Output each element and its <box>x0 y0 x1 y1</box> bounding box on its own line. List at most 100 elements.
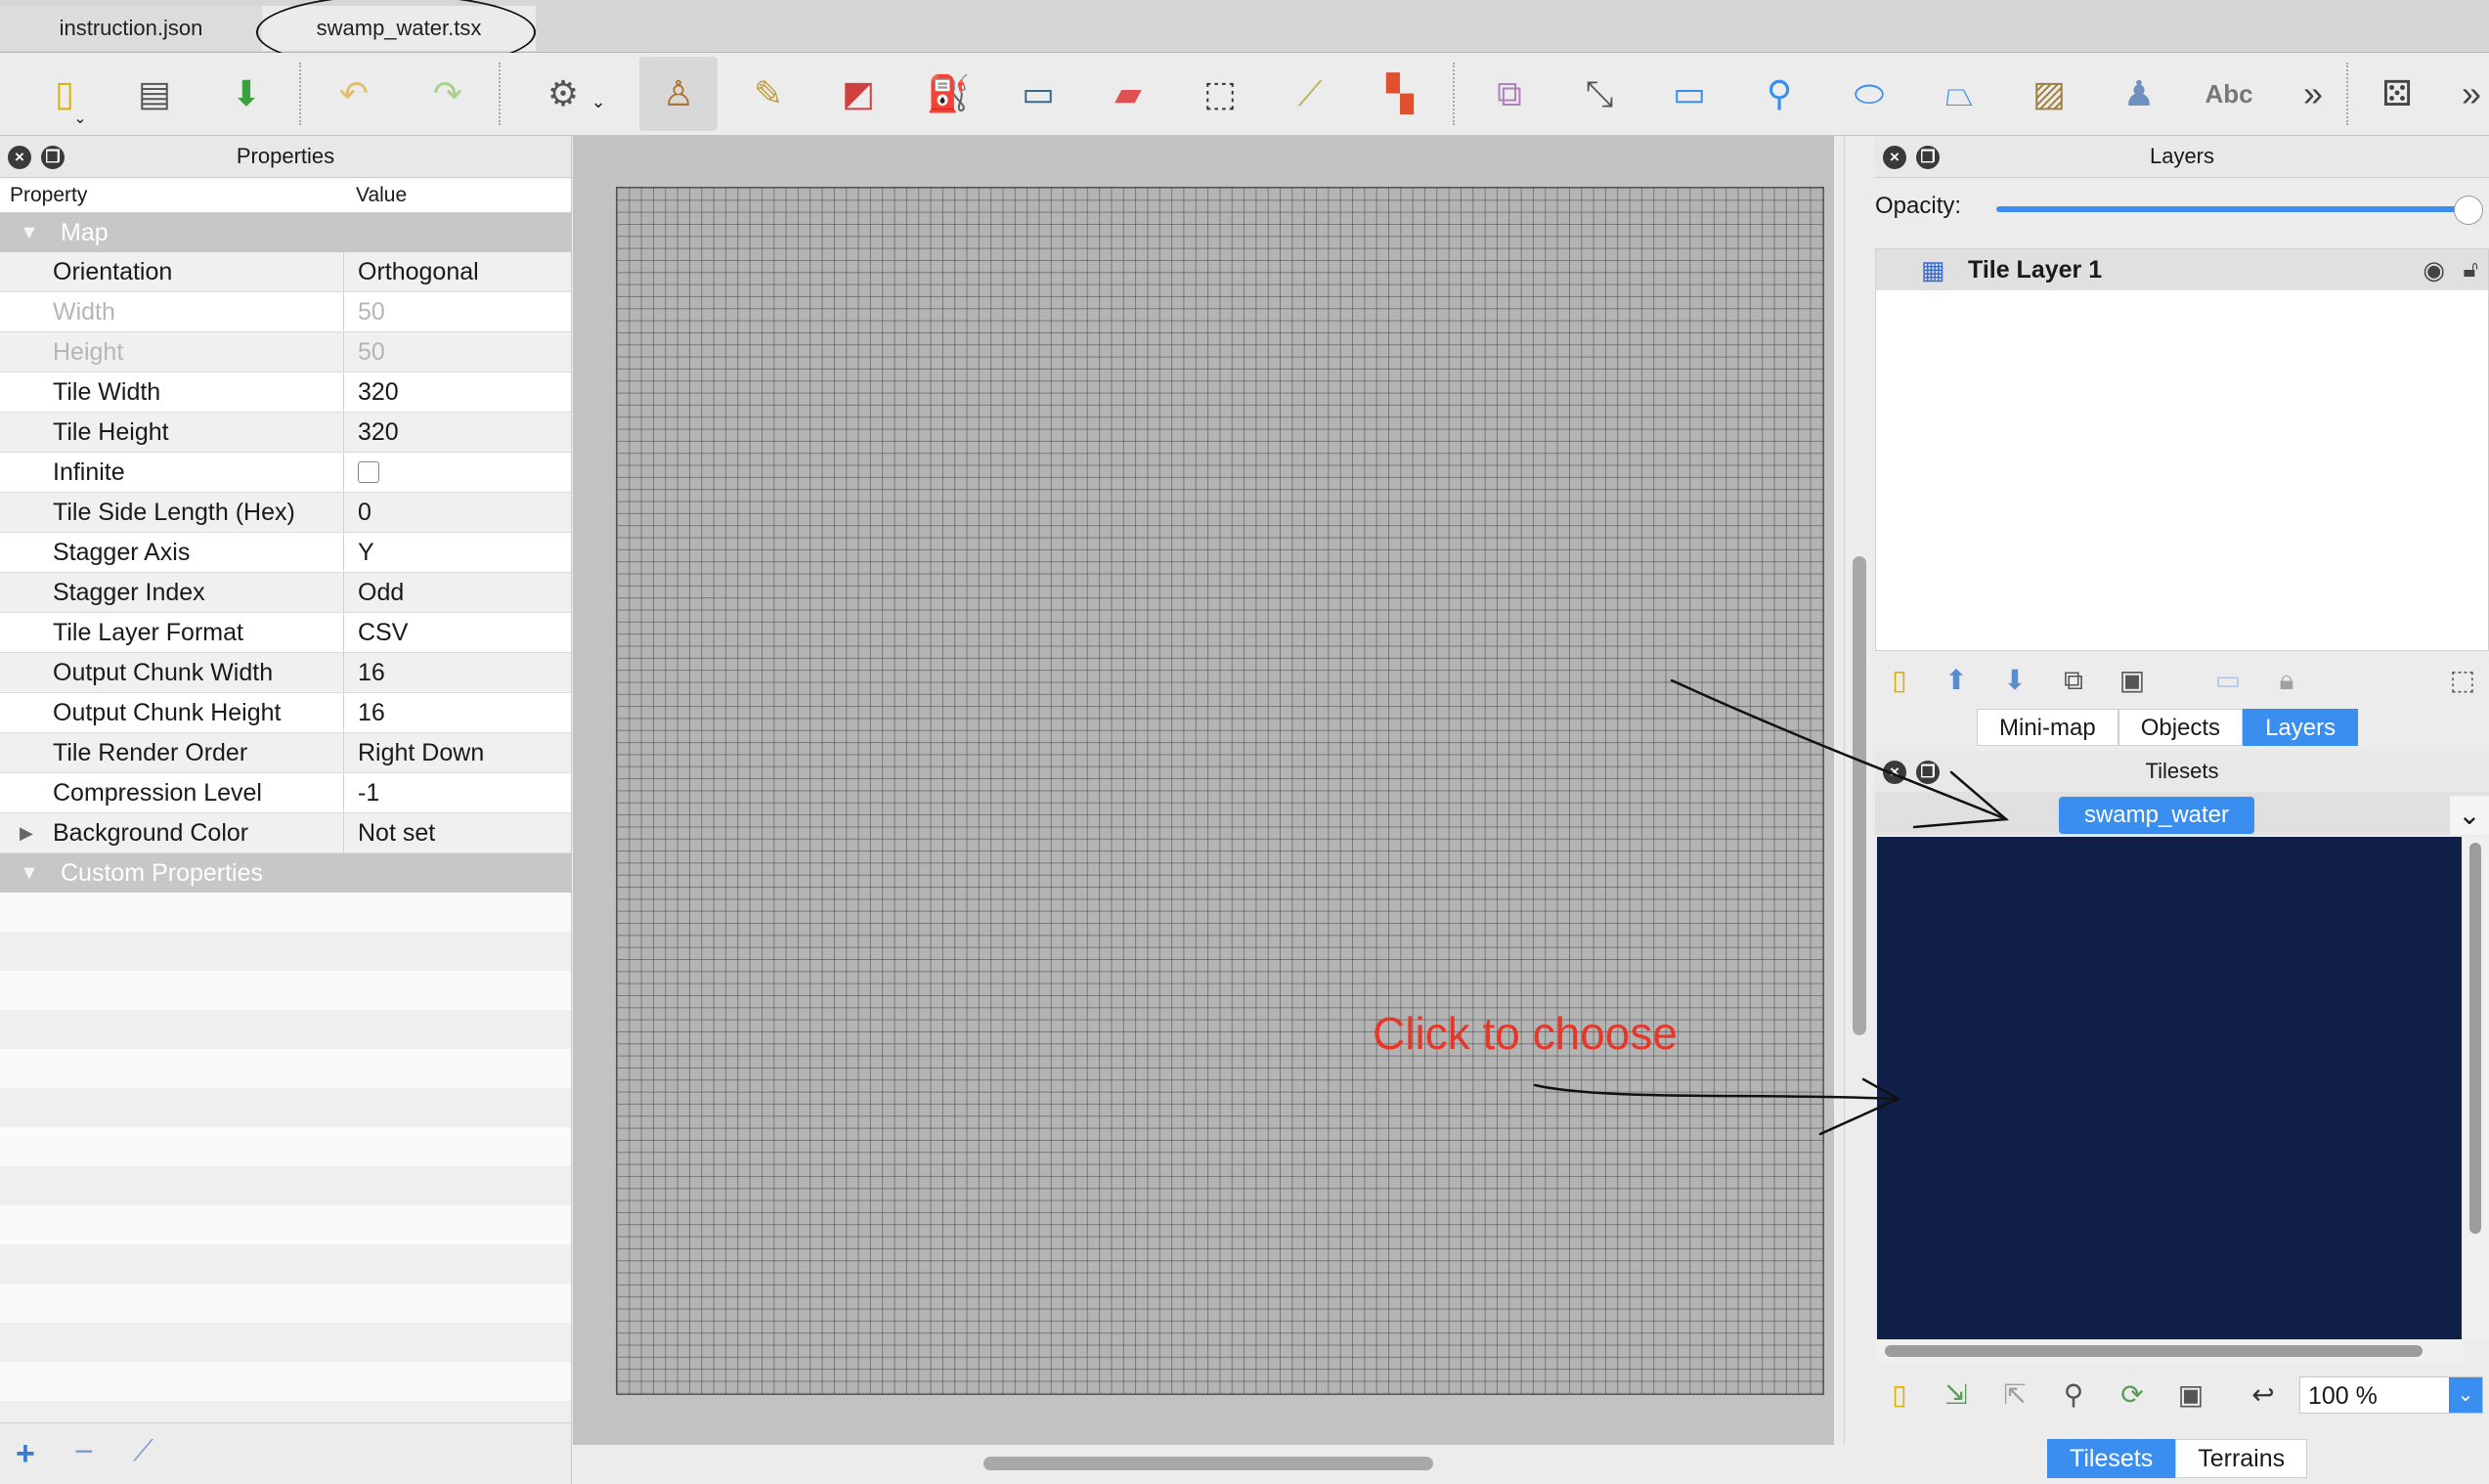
canvas-horizontal-scrollbar[interactable] <box>573 1445 1844 1484</box>
triangle-down-icon[interactable]: ▼ <box>20 853 39 893</box>
chevron-down-icon[interactable]: ⌄ <box>589 92 608 111</box>
property-value[interactable]: Orthogonal <box>346 252 571 291</box>
commands-icon[interactable]: ⚙ <box>538 68 589 119</box>
raise-layer-icon[interactable]: ⬆ <box>1938 662 1975 699</box>
insert-polygon-icon[interactable]: ⏢ <box>1934 68 1985 119</box>
select-objects-icon[interactable]: ⧉ <box>1484 68 1535 119</box>
chevron-down-icon[interactable]: ⌄ <box>2450 796 2489 835</box>
terrain-brush-icon[interactable]: ✎ <box>743 68 794 119</box>
group-custom-properties[interactable]: ▼ Custom Properties <box>0 853 571 893</box>
undo-icon[interactable]: ↶ <box>328 68 379 119</box>
canvas-vertical-scrollbar[interactable] <box>1844 136 1878 1446</box>
property-row[interactable]: Stagger Index Odd <box>0 573 571 613</box>
tileset-view[interactable] <box>1877 837 2462 1339</box>
save-icon[interactable]: ⬇ <box>221 68 272 119</box>
tab-objects[interactable]: Objects <box>2118 709 2244 746</box>
chevron-down-icon[interactable]: ⌄ <box>70 109 90 129</box>
map-canvas-area[interactable] <box>573 136 1834 1484</box>
column-property[interactable]: Property <box>10 179 87 212</box>
random-mode-icon[interactable]: ⚄ <box>2372 68 2423 119</box>
property-value[interactable] <box>346 453 571 492</box>
group-map[interactable]: ▼ Map <box>0 213 571 252</box>
tileset-vertical-scrollbar[interactable] <box>2464 837 2489 1339</box>
column-value[interactable]: Value <box>356 179 407 212</box>
tab-instruction-json[interactable]: instruction.json <box>0 6 263 51</box>
insert-rectangle-icon[interactable]: ▭ <box>1664 68 1715 119</box>
property-row[interactable]: Tile Height 320 <box>0 413 571 453</box>
property-row[interactable]: Tile Render Order Right Down <box>0 733 571 773</box>
triangle-down-icon[interactable]: ▼ <box>20 213 39 252</box>
layer-row[interactable]: ▦ Tile Layer 1 ◉ 🔓︎ <box>1876 249 2488 290</box>
property-row[interactable]: ▶ Background Color Not set <box>0 813 571 853</box>
eraser-icon[interactable]: ▰ <box>1103 68 1154 119</box>
map-grid[interactable] <box>616 187 1824 1395</box>
property-row[interactable]: Tile Side Length (Hex) 0 <box>0 493 571 533</box>
infinite-checkbox[interactable] <box>358 461 379 483</box>
property-value[interactable]: Not set <box>346 813 571 852</box>
delete-layer-icon[interactable]: ▣ <box>2114 662 2151 699</box>
tileset-horizontal-scrollbar[interactable] <box>1877 1339 2464 1363</box>
opacity-slider-handle[interactable] <box>2454 196 2483 225</box>
eye-icon[interactable]: ◉ <box>2423 249 2445 290</box>
edit-polygons-icon[interactable]: ⤡ <box>1574 68 1625 119</box>
property-row[interactable]: Orientation Orthogonal <box>0 252 571 292</box>
property-value[interactable]: 16 <box>346 693 571 732</box>
dynamic-wrapping-icon[interactable]: ↩ <box>2245 1376 2282 1414</box>
import-tileset-icon[interactable]: ⇲ <box>1938 1376 1975 1414</box>
scroll-thumb[interactable] <box>1853 556 1866 1035</box>
zoom-select[interactable]: 100 % ⌄ <box>2299 1376 2483 1414</box>
property-row[interactable]: Tile Layer Format CSV <box>0 613 571 653</box>
chevron-down-icon[interactable]: ⌄ <box>2449 1377 2482 1413</box>
insert-text-icon[interactable]: Abc <box>2204 68 2254 119</box>
highlight-layer-icon[interactable]: ⬚ <box>2444 662 2481 699</box>
property-value[interactable]: 320 <box>346 372 571 412</box>
tab-layers[interactable]: Layers <box>2243 709 2359 746</box>
property-value[interactable]: CSV <box>346 613 571 652</box>
property-row[interactable]: Tile Width 320 <box>0 372 571 413</box>
remove-tileset-icon[interactable]: ▣ <box>2172 1376 2209 1414</box>
property-value[interactable]: 16 <box>346 653 571 692</box>
replace-tileset-icon[interactable]: ⟳ <box>2114 1376 2151 1414</box>
bucket-fill-icon[interactable]: ⛽ <box>923 68 974 119</box>
select-same-tile-icon[interactable]: ▚ <box>1375 68 1425 119</box>
property-value[interactable]: -1 <box>346 773 571 812</box>
opacity-slider[interactable] <box>1996 206 2475 212</box>
insert-tile-icon[interactable]: ▨ <box>2024 68 2074 119</box>
tab-tilesets[interactable]: Tilesets <box>2047 1439 2176 1478</box>
property-value[interactable]: 320 <box>346 413 571 452</box>
scroll-thumb[interactable] <box>1885 1345 2423 1357</box>
property-row[interactable]: Compression Level -1 <box>0 773 571 813</box>
insert-ellipse-icon[interactable]: ⬭ <box>1844 68 1895 119</box>
property-value[interactable]: Y <box>346 533 571 572</box>
add-property-icon[interactable]: + <box>16 1435 35 1473</box>
new-tileset-icon[interactable]: ▯ <box>1881 1376 1918 1414</box>
edit-tileset-icon[interactable]: ⚲ <box>2055 1376 2092 1414</box>
property-row[interactable]: Output Chunk Height 16 <box>0 693 571 733</box>
tab-mini-map[interactable]: Mini-map <box>1977 709 2118 746</box>
overflow-icon[interactable]: » <box>2446 68 2489 119</box>
rename-property-icon[interactable]: ⟋ <box>133 1435 153 1468</box>
tab-terrains[interactable]: Terrains <box>2175 1439 2308 1478</box>
lock-icon[interactable]: 🔒︎ <box>2268 662 2305 699</box>
shape-fill-icon[interactable]: ▭ <box>1013 68 1064 119</box>
layer-name[interactable]: Tile Layer 1 <box>1968 249 2102 290</box>
property-row[interactable]: Output Chunk Width 16 <box>0 653 571 693</box>
property-value[interactable]: 0 <box>346 493 571 532</box>
lock-icon[interactable]: 🔓︎ <box>2463 249 2478 290</box>
duplicate-layer-icon[interactable]: ⧉ <box>2055 662 2092 699</box>
insert-point-icon[interactable]: ⚲ <box>1754 68 1805 119</box>
redo-icon[interactable]: ↷ <box>422 68 473 119</box>
wang-brush-icon[interactable]: ◩ <box>833 68 884 119</box>
property-row[interactable]: Infinite <box>0 453 571 493</box>
magic-wand-icon[interactable]: ⟋ <box>1285 68 1335 119</box>
scroll-thumb[interactable] <box>983 1457 1433 1470</box>
remove-property-icon[interactable]: − <box>74 1433 94 1471</box>
property-value[interactable]: Odd <box>346 573 571 612</box>
property-value[interactable]: Right Down <box>346 733 571 772</box>
insert-template-icon[interactable]: ♟ <box>2114 68 2164 119</box>
open-icon[interactable]: ▤ <box>129 68 180 119</box>
scroll-thumb[interactable] <box>2469 843 2481 1234</box>
show-hide-layers-icon[interactable]: ▭ <box>2209 662 2247 699</box>
tileset-tab-swamp-water[interactable]: swamp_water <box>2059 797 2254 834</box>
new-layer-icon[interactable]: ▯ <box>1881 662 1918 699</box>
